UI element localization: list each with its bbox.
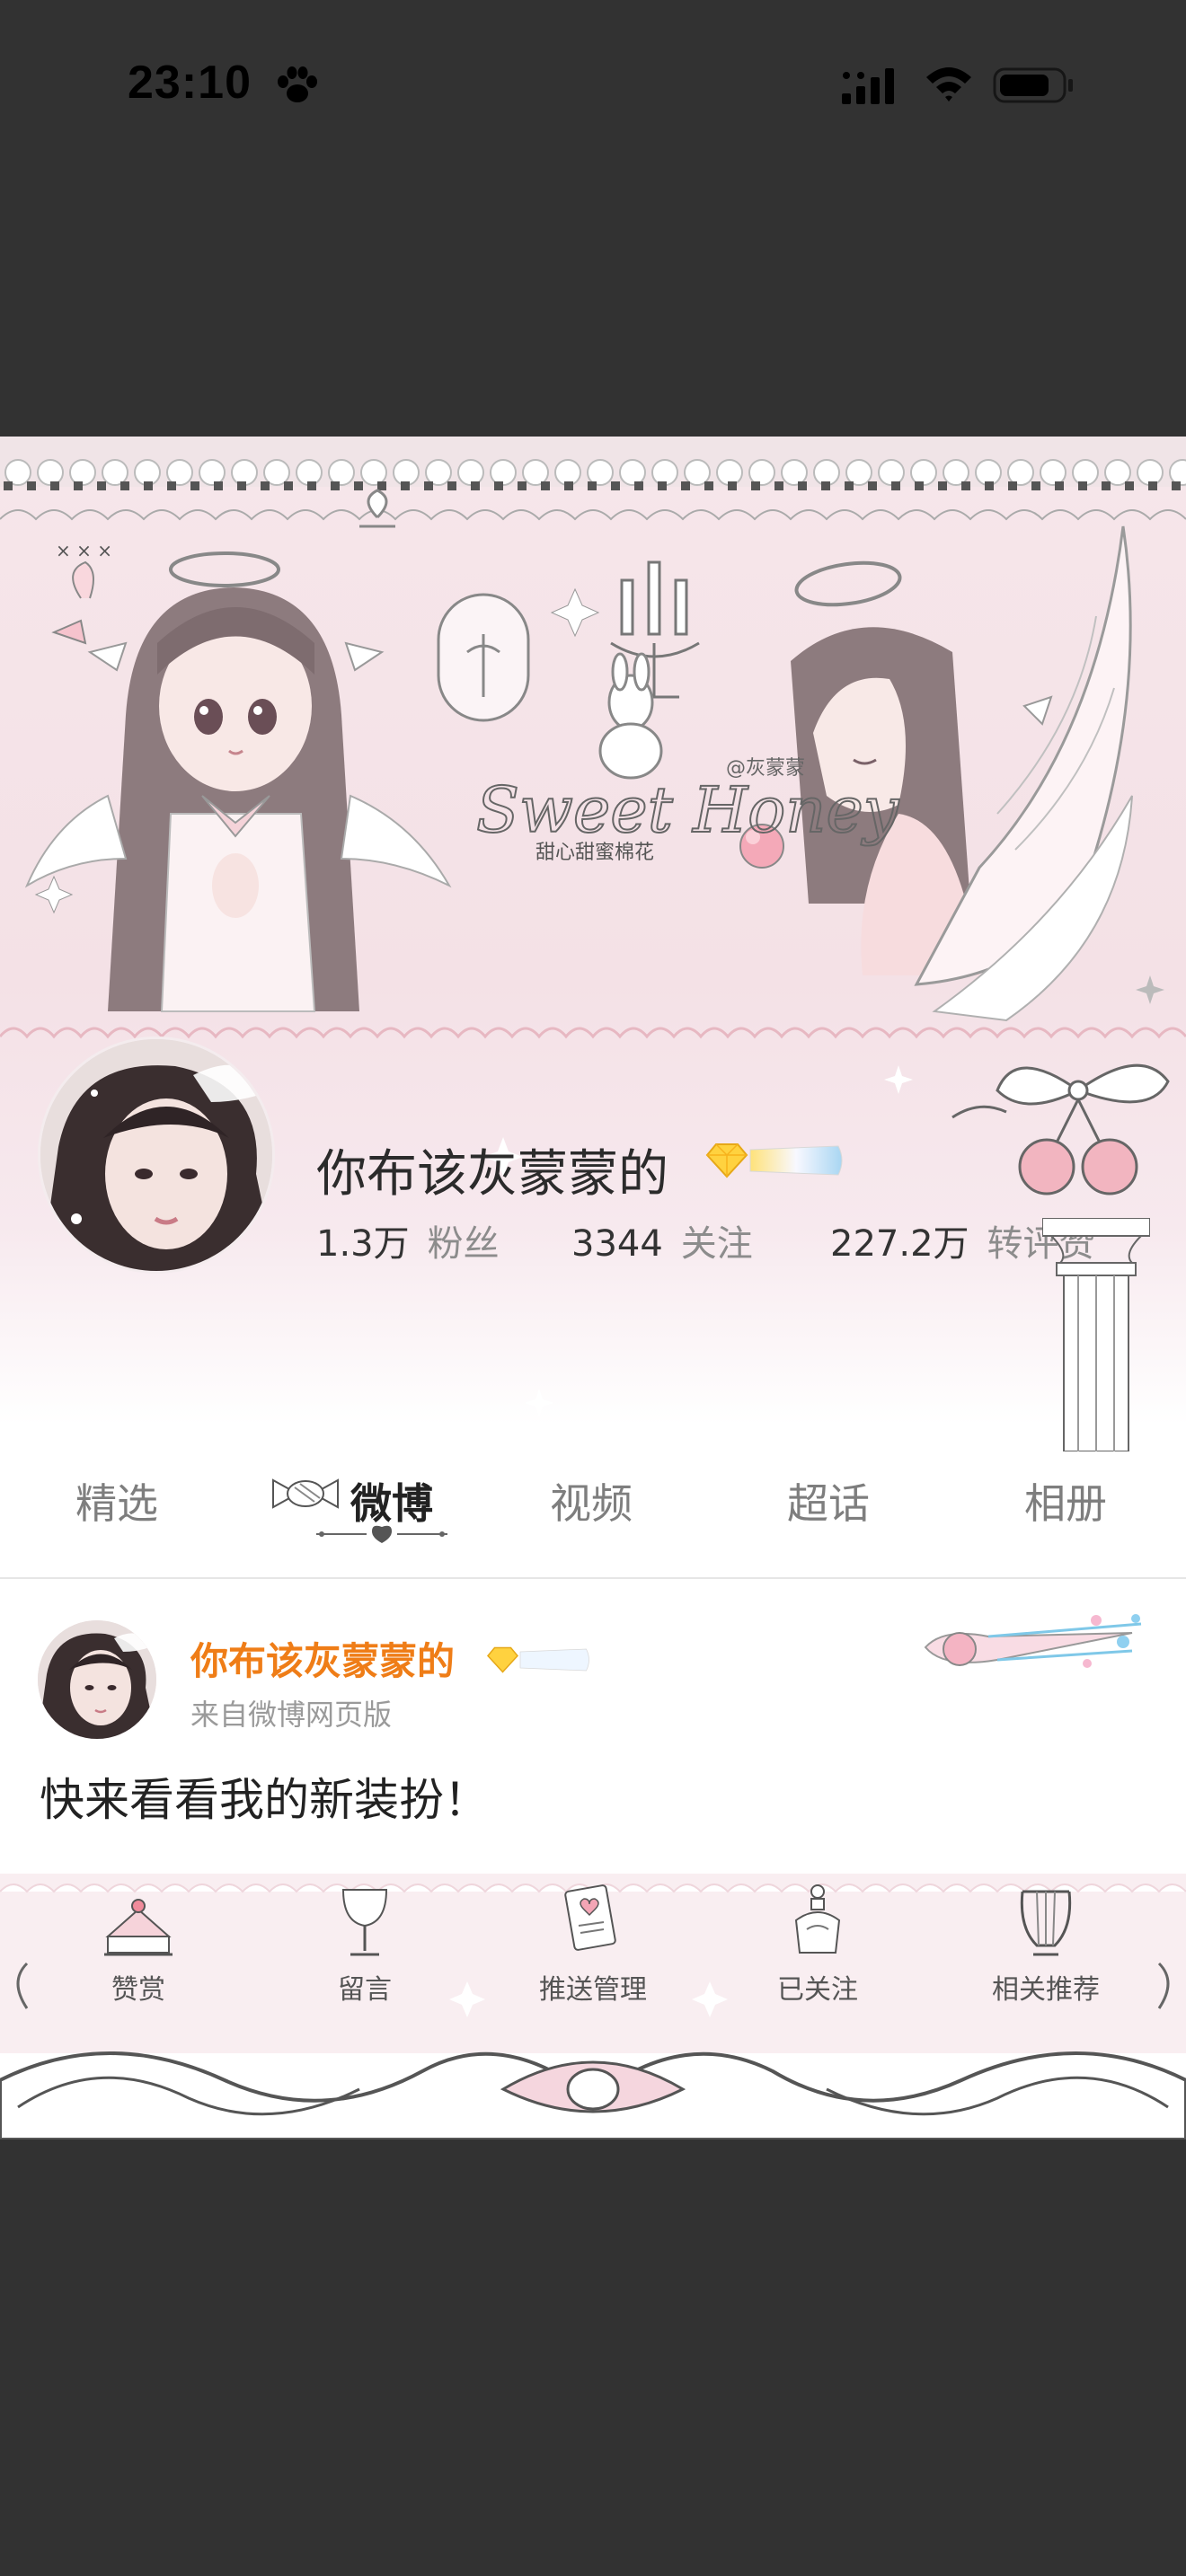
goblet-icon xyxy=(341,1889,388,1956)
post-source: 来自微博网页版 xyxy=(190,1698,393,1732)
profile-name: 你布该灰蒙蒙的 xyxy=(316,1145,668,1204)
banner-illustration: @灰蒙蒙 甜心甜蜜棉花 Sweet Honey × × × xyxy=(0,437,1186,1417)
profile-card: @灰蒙蒙 甜心甜蜜棉花 Sweet Honey × × × 你布该灰蒙蒙的 1.… xyxy=(0,437,1186,2139)
tool-reward[interactable]: 赞赏 xyxy=(49,1874,228,2053)
tool-label: 赞赏 xyxy=(111,1974,165,2006)
tab-album[interactable]: 相册 xyxy=(976,1471,1155,1531)
stat-value: 1.3万 xyxy=(316,1223,410,1265)
profile-avatar[interactable] xyxy=(38,1037,275,1274)
comet-icon xyxy=(924,1614,1142,1668)
status-time: 23:10 xyxy=(128,57,252,109)
tool-comment[interactable]: 留言 xyxy=(275,1874,455,2053)
tab-super-topic[interactable]: 超话 xyxy=(739,1471,918,1531)
lyre-icon xyxy=(1020,1890,1072,1956)
stat-value: 227.2万 xyxy=(830,1223,969,1265)
profile-tabs: 精选 微博 视频 超话 相册 xyxy=(0,1421,1186,1579)
wifi-icon xyxy=(926,67,971,101)
post-author-name[interactable]: 你布该灰蒙蒙的 xyxy=(190,1631,455,1686)
tool-recommend[interactable]: 相关推荐 xyxy=(956,1874,1136,2053)
tab-video[interactable]: 视频 xyxy=(501,1471,681,1531)
svg-text:Sweet Honey: Sweet Honey xyxy=(476,773,900,847)
post-text: 快来看看我的新装扮！ xyxy=(40,1774,489,1826)
love-card-icon xyxy=(564,1884,616,1951)
tool-label: 留言 xyxy=(338,1974,392,2006)
tool-label: 推送管理 xyxy=(539,1974,647,2006)
active-tab-underline xyxy=(316,1525,447,1543)
perfume-bottle-icon xyxy=(794,1884,841,1954)
tool-label: 相关推荐 xyxy=(992,1974,1100,2006)
tab-featured[interactable]: 精选 xyxy=(27,1471,207,1531)
post-avatar[interactable] xyxy=(38,1620,156,1739)
pillar-icon xyxy=(1042,1218,1150,1451)
candy-icon xyxy=(272,1478,339,1509)
stat-followers[interactable]: 1.3万 粉丝 xyxy=(316,1214,500,1266)
battery-icon xyxy=(993,67,1073,103)
status-bar: 23:10 xyxy=(0,0,1186,171)
stat-label: 粉丝 xyxy=(427,1223,500,1265)
stat-value: 3344 xyxy=(571,1223,663,1265)
diamond-vip-badge-icon[interactable] xyxy=(704,1139,847,1182)
tool-push-manage[interactable]: 推送管理 xyxy=(503,1874,683,2053)
post-action-toolbar: 赞赏 留言 推送管理 已关注 相关推荐 xyxy=(0,1874,1186,2139)
cellular-signal-icon xyxy=(842,68,894,104)
tool-label: 已关注 xyxy=(777,1974,858,2006)
tool-followed[interactable]: 已关注 xyxy=(728,1874,907,2053)
diamond-vip-badge-icon[interactable] xyxy=(485,1644,593,1676)
tabs-divider xyxy=(0,1577,1186,1579)
profile-banner: @灰蒙蒙 甜心甜蜜棉花 Sweet Honey × × × xyxy=(0,437,1186,1425)
stat-following[interactable]: 3344 关注 xyxy=(571,1214,753,1266)
paw-icon xyxy=(278,66,317,102)
svg-text:× × ×: × × × xyxy=(56,540,112,561)
cake-icon xyxy=(104,1899,173,1956)
stat-label: 关注 xyxy=(680,1223,753,1265)
cherry-bow-icon xyxy=(951,1063,1170,1195)
